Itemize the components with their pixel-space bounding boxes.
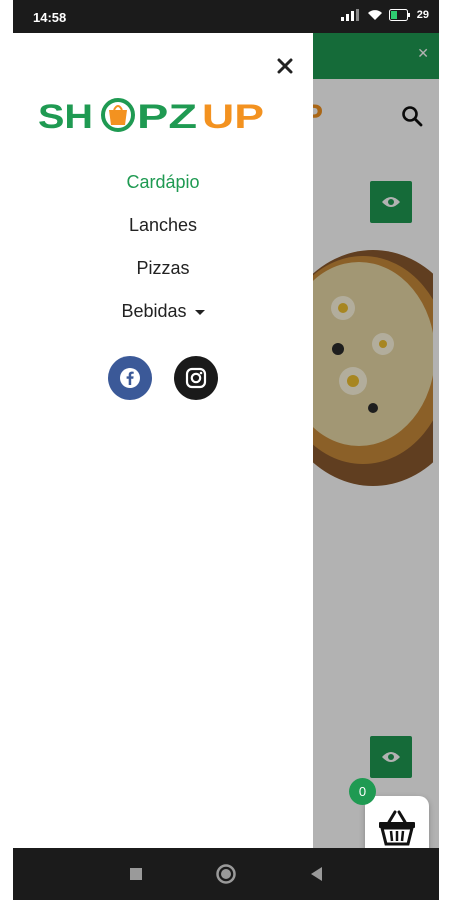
menu-item-pizzas[interactable]: Pizzas bbox=[13, 259, 313, 302]
logo-text-sh: SH bbox=[38, 98, 93, 135]
logo-text-up: UP bbox=[202, 98, 264, 135]
battery-icon bbox=[388, 9, 410, 21]
system-nav-bar bbox=[13, 848, 439, 900]
instagram-icon[interactable] bbox=[174, 356, 218, 400]
close-icon[interactable] bbox=[274, 55, 296, 77]
phone-screen: 14:58 29 ✕ P 0 SH PZ UP Cardápio Lanches… bbox=[13, 0, 439, 900]
shopzup-logo: SH PZ UP bbox=[38, 98, 264, 135]
basket-icon bbox=[379, 810, 415, 846]
back-button[interactable] bbox=[309, 866, 323, 882]
battery-percent: 29 bbox=[416, 9, 429, 21]
wifi-icon bbox=[367, 10, 382, 20]
drawer-menu: Cardápio Lanches Pizzas Bebidas bbox=[13, 173, 313, 345]
logo-text-pz: PZ bbox=[137, 98, 197, 135]
status-icons: 29 bbox=[340, 9, 429, 21]
social-links bbox=[108, 356, 218, 400]
menu-item-bebidas[interactable]: Bebidas bbox=[13, 302, 313, 345]
menu-item-lanches[interactable]: Lanches bbox=[13, 216, 313, 259]
home-button[interactable] bbox=[215, 863, 237, 885]
menu-item-cardapio[interactable]: Cardápio bbox=[13, 173, 313, 216]
cart-count-badge: 0 bbox=[349, 778, 376, 805]
recents-button[interactable] bbox=[129, 867, 143, 881]
status-bar: 14:58 29 bbox=[13, 0, 439, 33]
caret-down-icon bbox=[194, 309, 205, 315]
signal-icon bbox=[340, 9, 359, 21]
navigation-drawer: SH PZ UP Cardápio Lanches Pizzas Bebidas bbox=[13, 33, 313, 848]
status-time: 14:58 bbox=[33, 10, 67, 25]
facebook-icon[interactable] bbox=[108, 356, 152, 400]
shopping-bag-icon bbox=[101, 98, 135, 132]
